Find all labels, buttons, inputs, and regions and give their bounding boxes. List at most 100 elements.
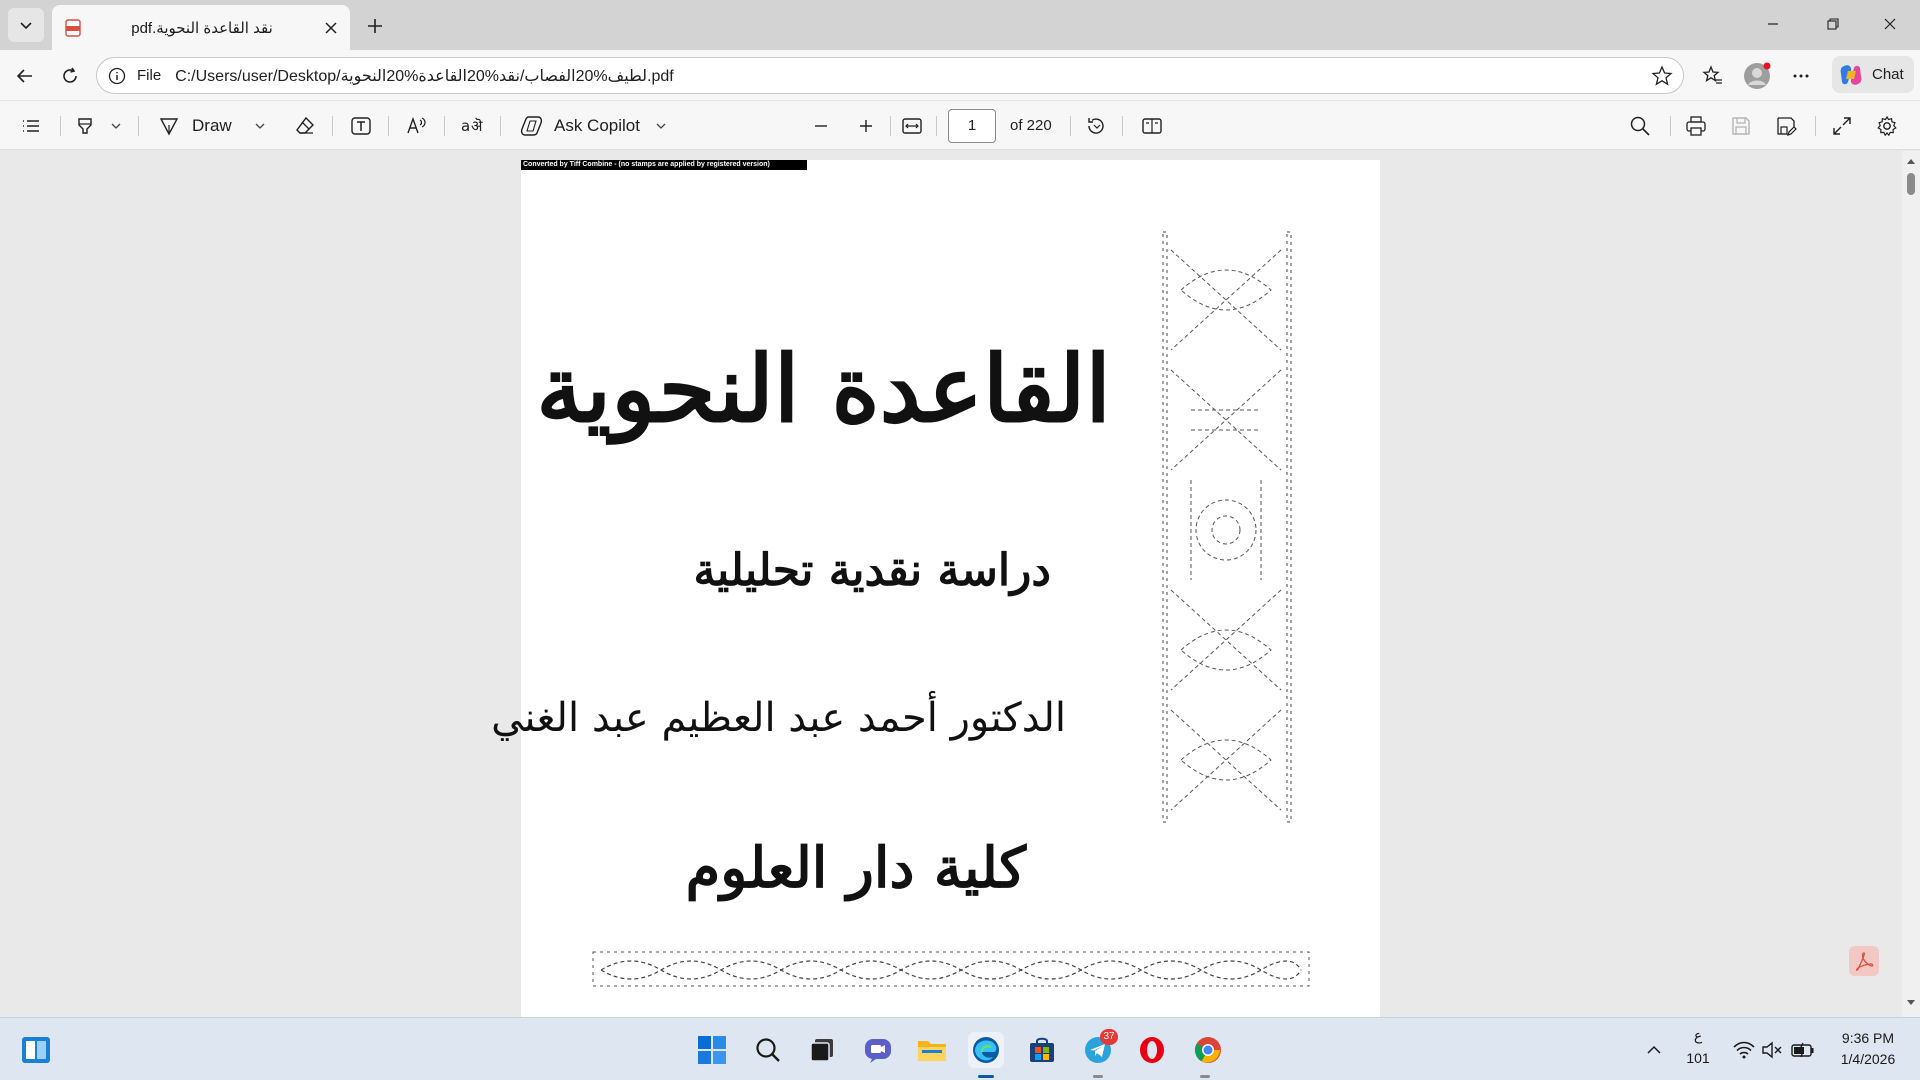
refresh-button[interactable]: [54, 60, 86, 92]
document-subtitle: دراسة نقدية تحليلية: [693, 545, 1051, 596]
add-text-button[interactable]: [350, 101, 372, 151]
folder-icon: [916, 1036, 948, 1064]
highlight-button[interactable]: [74, 101, 96, 151]
draw-label: Draw: [192, 116, 232, 135]
file-explorer-button[interactable]: [914, 1032, 950, 1068]
avatar: [1743, 62, 1771, 90]
telegram-button[interactable]: 37: [1080, 1029, 1118, 1068]
telegram-badge: 37: [1100, 1029, 1118, 1045]
close-tab-icon[interactable]: [322, 19, 340, 37]
pdf-settings-button[interactable]: [1876, 101, 1898, 151]
decorative-border-ornament: [1162, 231, 1292, 823]
fit-to-width-button[interactable]: [901, 101, 923, 151]
page-view-icon: [1141, 115, 1163, 137]
widgets-button[interactable]: [18, 1032, 54, 1068]
running-app-indicator: [1200, 1075, 1210, 1078]
clock-time[interactable]: 9:36 PM: [1828, 1030, 1908, 1046]
pdf-toolbar: Draw aऄ Ask Copilot 1 of 220: [0, 100, 1920, 150]
windows-logo-icon: [697, 1035, 727, 1065]
info-icon[interactable]: [107, 66, 127, 86]
scrollbar-thumb[interactable]: [1907, 173, 1915, 195]
erase-button[interactable]: [294, 101, 316, 151]
task-view-icon: [808, 1036, 836, 1064]
favorites-list-icon: [1702, 65, 1724, 87]
save-button[interactable]: [1730, 101, 1752, 151]
expand-icon: [1831, 115, 1853, 137]
draw-options-dropdown[interactable]: [254, 101, 266, 151]
translate-button[interactable]: aऄ: [460, 101, 486, 151]
pen-draw-icon: [158, 115, 180, 137]
favorites-button[interactable]: [1697, 60, 1729, 92]
new-tab-button[interactable]: [360, 11, 390, 41]
page-number-input[interactable]: 1: [948, 109, 996, 143]
draw-button[interactable]: Draw: [158, 101, 232, 151]
scroll-down-icon[interactable]: [1906, 999, 1916, 1007]
rotate-button[interactable]: [1085, 101, 1107, 151]
restore-icon: [1827, 18, 1839, 30]
url-text[interactable]: C:/Users/user/Desktop/لطيف%20الفصاب/نقد%…: [175, 66, 674, 86]
settings-and-more-button[interactable]: [1785, 60, 1817, 92]
store-bag-icon: [1027, 1035, 1057, 1065]
opera-icon: [1137, 1035, 1167, 1065]
close-window-button[interactable]: [1867, 8, 1913, 40]
copilot-chat-button[interactable]: Chat: [1832, 56, 1914, 93]
save-as-button[interactable]: [1775, 101, 1797, 151]
gear-icon: [1876, 115, 1898, 137]
copilot-options-dropdown[interactable]: [655, 101, 667, 151]
restore-button[interactable]: [1810, 8, 1856, 40]
find-button[interactable]: [1629, 101, 1651, 151]
scroll-up-icon[interactable]: [1906, 157, 1916, 165]
search-icon: [754, 1036, 782, 1064]
meet-app-button[interactable]: [860, 1032, 896, 1068]
arrow-left-icon: [15, 66, 35, 86]
page-view-button[interactable]: [1141, 101, 1163, 151]
profile-button[interactable]: [1741, 60, 1773, 92]
input-language-code[interactable]: 101: [1680, 1050, 1716, 1066]
zoom-out-button[interactable]: [812, 101, 830, 151]
acrobat-button[interactable]: [1849, 946, 1879, 976]
volume-muted-icon: [1761, 1041, 1783, 1059]
favorite-star-icon[interactable]: [1651, 65, 1673, 87]
start-button[interactable]: [694, 1032, 730, 1068]
address-bar[interactable]: File C:/Users/user/Desktop/لطيف%20الفصاب…: [96, 57, 1684, 94]
minimize-icon: [1767, 18, 1779, 30]
task-view-button[interactable]: [804, 1032, 840, 1068]
running-app-indicator: [1093, 1075, 1103, 1078]
browser-tab[interactable]: pdf.نقد القاعدة النحوية: [52, 5, 350, 50]
tab-list-button[interactable]: [8, 8, 44, 42]
rotate-icon: [1085, 115, 1107, 137]
zoom-in-button[interactable]: [857, 101, 875, 151]
battery-button[interactable]: [1785, 1032, 1821, 1068]
ask-copilot-label: Ask Copilot: [554, 116, 640, 135]
chevron-down-icon: [254, 120, 266, 132]
clock-date[interactable]: 1/4/2026: [1828, 1051, 1908, 1067]
decorative-band-ornament: [592, 951, 1310, 987]
search-icon: [1629, 115, 1651, 137]
search-button[interactable]: [750, 1032, 786, 1068]
save-as-icon: [1775, 115, 1797, 137]
input-language-char[interactable]: ع: [1680, 1027, 1716, 1044]
show-hidden-icons-button[interactable]: [1636, 1032, 1672, 1068]
chrome-browser-button[interactable]: [1190, 1032, 1226, 1068]
title-bar: pdf.نقد القاعدة النحوية: [0, 0, 1920, 50]
chrome-icon: [1193, 1035, 1223, 1065]
vertical-scrollbar[interactable]: [1902, 151, 1920, 1017]
translate-icon: aऄ: [460, 115, 486, 137]
full-screen-button[interactable]: [1831, 101, 1853, 151]
pdf-viewer-area[interactable]: Converted by Tiff Combine - (no stamps a…: [0, 151, 1920, 1017]
windows-taskbar: 37 ع 101 9:36 PM 1/4/2026: [0, 1017, 1920, 1080]
edge-browser-button[interactable]: [968, 1032, 1004, 1068]
save-disk-icon: [1730, 115, 1752, 137]
ask-copilot-button[interactable]: Ask Copilot: [520, 101, 640, 151]
opera-browser-button[interactable]: [1134, 1032, 1170, 1068]
read-aloud-button[interactable]: [406, 101, 428, 151]
print-button[interactable]: [1685, 101, 1707, 151]
chevron-down-icon: [110, 120, 122, 132]
navigation-bar: File C:/Users/user/Desktop/لطيف%20الفصاب…: [0, 50, 1920, 100]
contents-button[interactable]: [20, 101, 42, 151]
chat-label: Chat: [1872, 66, 1904, 83]
highlight-options-dropdown[interactable]: [110, 101, 122, 151]
back-button[interactable]: [9, 60, 41, 92]
microsoft-store-button[interactable]: [1024, 1032, 1060, 1068]
minimize-button[interactable]: [1750, 8, 1796, 40]
